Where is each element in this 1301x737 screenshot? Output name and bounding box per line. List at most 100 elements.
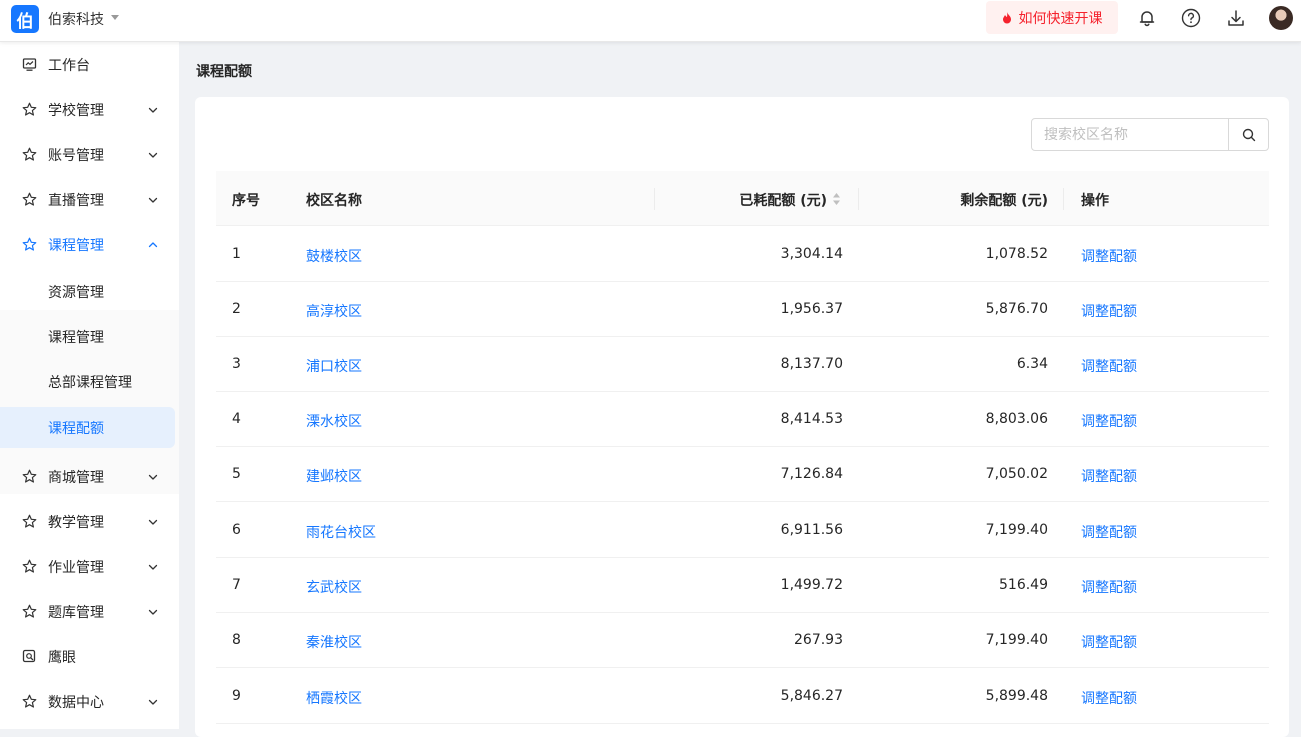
table-row: 8 秦淮校区 267.93 7,199.40 调整配额 xyxy=(216,613,1269,668)
star-icon xyxy=(22,604,37,618)
chevron-down-icon xyxy=(148,609,158,615)
cell-index: 2 xyxy=(232,301,241,317)
table-row: 3 浦口校区 8,137.70 6.34 调整配额 xyxy=(216,337,1269,392)
cell-remaining: 1,078.52 xyxy=(985,246,1048,262)
cell-remaining: 5,899.48 xyxy=(985,688,1048,704)
adjust-quota-link[interactable]: 调整配额 xyxy=(1081,522,1137,542)
adjust-quota-link[interactable]: 调整配额 xyxy=(1081,356,1137,376)
cell-remaining: 8,803.06 xyxy=(985,411,1048,427)
sidebar-item-account[interactable]: 账号管理 xyxy=(0,132,179,177)
sidebar-item-label: 作业管理 xyxy=(48,559,104,576)
caret-down-icon[interactable] xyxy=(111,15,119,20)
top-header: 伯 伯索科技 如何快速开课 xyxy=(0,0,1301,42)
star-icon xyxy=(22,559,37,573)
cell-index: 6 xyxy=(232,522,241,538)
sidebar-subitem-label: 课程配额 xyxy=(48,420,104,437)
search-button[interactable] xyxy=(1228,119,1269,150)
cell-campus-link[interactable]: 建邺校区 xyxy=(306,466,362,486)
cell-remaining: 6.34 xyxy=(1016,356,1048,372)
adjust-quota-link[interactable]: 调整配额 xyxy=(1081,246,1137,266)
quick-start-label: 如何快速开课 xyxy=(1018,10,1103,27)
column-header-remaining: 剩余配额 (元) xyxy=(960,193,1048,209)
cell-remaining: 7,199.40 xyxy=(985,632,1048,648)
chevron-down-icon xyxy=(148,519,158,525)
sidebar-subitem-course-management[interactable]: 课程管理 xyxy=(0,316,179,357)
table-row: 7 玄武校区 1,499.72 516.49 调整配额 xyxy=(216,558,1269,613)
cell-index: 9 xyxy=(232,688,241,704)
sidebar-item-course[interactable]: 课程管理 xyxy=(0,222,179,267)
adjust-quota-link[interactable]: 调整配额 xyxy=(1081,466,1137,486)
cell-campus-link[interactable]: 溧水校区 xyxy=(306,411,362,431)
cell-used: 7,126.84 xyxy=(780,466,843,482)
org-name[interactable]: 伯索科技 xyxy=(48,9,104,29)
sidebar-subitem-hq-course-management[interactable]: 总部课程管理 xyxy=(0,361,179,402)
cell-remaining: 516.49 xyxy=(999,577,1048,593)
table-row: 1 鼓楼校区 3,304.14 1,078.52 调整配额 xyxy=(216,227,1269,282)
cell-campus-link[interactable]: 玄武校区 xyxy=(306,577,362,597)
sidebar-item-workbench[interactable]: 工作台 xyxy=(0,42,179,87)
cell-remaining: 7,050.02 xyxy=(985,466,1048,482)
adjust-quota-link[interactable]: 调整配额 xyxy=(1081,688,1137,708)
cell-index: 4 xyxy=(232,411,241,427)
fire-icon xyxy=(1002,11,1011,23)
column-header-index: 序号 xyxy=(232,193,260,209)
chevron-down-icon xyxy=(148,699,158,705)
sidebar-item-question-bank[interactable]: 题库管理 xyxy=(0,589,179,634)
monitor-search-icon xyxy=(22,649,36,663)
sidebar-item-teaching[interactable]: 教学管理 xyxy=(0,499,179,544)
cell-index: 8 xyxy=(232,632,241,648)
star-icon xyxy=(22,237,37,251)
cell-used: 3,304.14 xyxy=(780,246,843,262)
adjust-quota-link[interactable]: 调整配额 xyxy=(1081,577,1137,597)
sidebar-item-eagle-eye[interactable]: 鹰眼 xyxy=(0,634,179,679)
sidebar-item-label: 鹰眼 xyxy=(48,649,76,666)
adjust-quota-link[interactable]: 调整配额 xyxy=(1081,632,1137,652)
table-row: 4 溧水校区 8,414.53 8,803.06 调整配额 xyxy=(216,392,1269,447)
column-divider xyxy=(858,188,859,210)
cell-campus-link[interactable]: 高淳校区 xyxy=(306,301,362,321)
help-icon[interactable] xyxy=(1180,7,1202,29)
sidebar-item-homework[interactable]: 作业管理 xyxy=(0,544,179,589)
search-icon xyxy=(1242,128,1256,141)
cell-campus-link[interactable]: 雨花台校区 xyxy=(306,522,376,542)
cell-campus-link[interactable]: 秦淮校区 xyxy=(306,632,362,652)
brand-logo[interactable]: 伯 xyxy=(11,5,39,33)
cell-used: 5,846.27 xyxy=(780,688,843,704)
cell-campus-link[interactable]: 浦口校区 xyxy=(306,356,362,376)
sort-icon[interactable] xyxy=(832,192,841,206)
column-header-campus: 校区名称 xyxy=(306,193,362,209)
table-row: 5 建邺校区 7,126.84 7,050.02 调整配额 xyxy=(216,447,1269,502)
bell-icon[interactable] xyxy=(1136,7,1158,29)
sidebar-item-label: 直播管理 xyxy=(48,192,104,209)
sidebar-item-label: 商城管理 xyxy=(48,469,104,486)
sidebar-item-label: 账号管理 xyxy=(48,147,104,164)
table-row: 2 高淳校区 1,956.37 5,876.70 调整配额 xyxy=(216,282,1269,337)
search-input[interactable] xyxy=(1032,119,1228,150)
cell-used: 6,911.56 xyxy=(780,522,843,538)
chevron-up-icon xyxy=(148,241,158,247)
cell-used: 8,414.53 xyxy=(780,411,843,427)
sidebar-item-data-center[interactable]: 数据中心 xyxy=(0,679,179,724)
sidebar-item-mall[interactable]: 商城管理 xyxy=(0,454,179,499)
cell-used: 1,956.37 xyxy=(780,301,843,317)
sidebar-subitem-course-quota[interactable]: 课程配额 xyxy=(0,407,175,448)
adjust-quota-link[interactable]: 调整配额 xyxy=(1081,301,1137,321)
column-header-used[interactable]: 已耗配额 (元) xyxy=(739,190,827,210)
adjust-quota-link[interactable]: 调整配额 xyxy=(1081,411,1137,431)
cell-campus-link[interactable]: 栖霞校区 xyxy=(306,688,362,708)
page-title: 课程配额 xyxy=(196,64,252,80)
sidebar-item-school[interactable]: 学校管理 xyxy=(0,87,179,132)
star-icon xyxy=(22,192,37,206)
sidebar: 工作台 学校管理 账号管理 直播管理 课程管理 资源管理 课程管理 总部课程管理… xyxy=(0,42,179,729)
sidebar-item-label: 课程管理 xyxy=(48,237,104,254)
download-icon[interactable] xyxy=(1225,7,1247,29)
sidebar-subitem-resources[interactable]: 资源管理 xyxy=(0,271,179,312)
star-icon xyxy=(22,514,37,528)
quick-start-button[interactable]: 如何快速开课 xyxy=(986,1,1118,34)
dashboard-icon xyxy=(22,58,37,71)
avatar[interactable] xyxy=(1269,6,1293,30)
chevron-down-icon xyxy=(148,197,158,203)
cell-campus-link[interactable]: 鼓楼校区 xyxy=(306,246,362,266)
sidebar-item-live[interactable]: 直播管理 xyxy=(0,177,179,222)
cell-used: 8,137.70 xyxy=(780,356,843,372)
